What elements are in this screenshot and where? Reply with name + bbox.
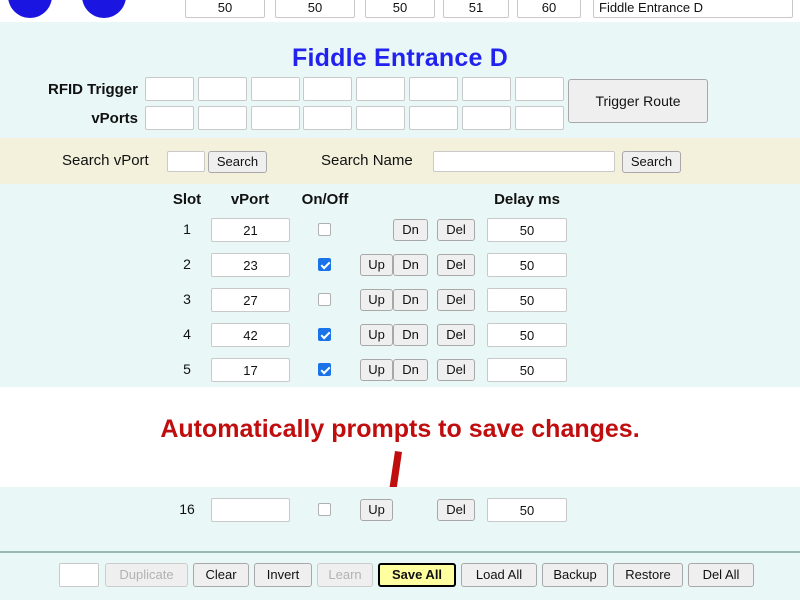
vports-label: vPorts — [91, 110, 138, 127]
search-vport-button[interactable]: Search — [208, 151, 267, 173]
top-field-3[interactable] — [365, 0, 435, 18]
rfid-trigger-input-7[interactable] — [461, 77, 511, 101]
rfid-trigger-input-8[interactable] — [514, 77, 564, 101]
delete-row-button[interactable]: Del — [437, 254, 475, 276]
move-down-button[interactable]: Dn — [393, 324, 428, 346]
move-down-button[interactable]: Dn — [393, 359, 428, 381]
vports-input-1[interactable] — [145, 106, 194, 130]
delay-input[interactable] — [487, 218, 567, 242]
vports-input-3[interactable] — [250, 106, 300, 130]
toolbar-button-invert[interactable]: Invert — [254, 563, 312, 587]
delay-input[interactable] — [487, 358, 567, 382]
search-name-button[interactable]: Search — [622, 151, 681, 173]
onoff-checkbox[interactable] — [318, 503, 331, 516]
toolbar-button-restore[interactable]: Restore — [613, 563, 683, 587]
rfid-trigger-input-4[interactable] — [303, 77, 353, 101]
top-field-2[interactable] — [275, 0, 355, 18]
toolbar-button-save-all[interactable]: Save All — [378, 563, 456, 587]
column-header-vport: vPort — [230, 191, 270, 208]
vports-input-6[interactable] — [409, 106, 458, 130]
slot-number: 5 — [183, 361, 191, 377]
delete-row-button[interactable]: Del — [437, 324, 475, 346]
vports-input-7[interactable] — [461, 106, 511, 130]
vports-input-4[interactable] — [303, 106, 353, 130]
vport-input[interactable] — [211, 498, 290, 522]
top-field-5[interactable] — [517, 0, 581, 18]
move-up-button[interactable]: Up — [360, 359, 393, 381]
vport-input[interactable] — [211, 358, 290, 382]
toolbar-count-input[interactable] — [59, 563, 99, 587]
slot-number: 2 — [183, 256, 191, 272]
route-editor-page: Fiddle Entrance D RFID Trigger vPorts Tr… — [0, 0, 800, 600]
slot-number: 1 — [183, 221, 191, 237]
move-down-button[interactable]: Dn — [393, 219, 428, 241]
rfid-trigger-input-5[interactable] — [356, 77, 406, 101]
top-field-1[interactable] — [185, 0, 265, 18]
toolbar-button-del-all[interactable]: Del All — [688, 563, 754, 587]
onoff-checkbox[interactable] — [318, 258, 331, 271]
search-name-input[interactable] — [433, 151, 615, 172]
move-up-button[interactable]: Up — [360, 324, 393, 346]
top-field-4[interactable] — [443, 0, 509, 18]
delay-input[interactable] — [487, 498, 567, 522]
last-slot-row-band — [0, 487, 800, 551]
vports-input-2[interactable] — [197, 106, 247, 130]
trigger-route-button[interactable]: Trigger Route — [568, 79, 708, 123]
rfid-trigger-input-6[interactable] — [409, 77, 458, 101]
slot-number: 3 — [183, 291, 191, 307]
column-header-delay: Delay ms — [494, 191, 560, 208]
delay-input[interactable] — [487, 323, 567, 347]
page-title: Fiddle Entrance D — [292, 44, 508, 72]
rfid-trigger-input-3[interactable] — [250, 77, 300, 101]
vport-input[interactable] — [211, 218, 290, 242]
column-header-slot: Slot — [172, 191, 202, 208]
move-up-button[interactable]: Up — [360, 289, 393, 311]
slot-number: 16 — [179, 501, 195, 517]
top-mint-strip — [0, 22, 800, 45]
delay-input[interactable] — [487, 288, 567, 312]
onoff-checkbox[interactable] — [318, 363, 331, 376]
search-vport-input[interactable] — [167, 151, 205, 172]
delete-row-button[interactable]: Del — [437, 219, 475, 241]
search-name-label: Search Name — [321, 152, 413, 169]
vports-input-5[interactable] — [356, 106, 406, 130]
onoff-checkbox[interactable] — [318, 293, 331, 306]
delete-row-button[interactable]: Del — [437, 359, 475, 381]
annotation-text: Automatically prompts to save changes. — [160, 415, 640, 443]
top-name-field[interactable] — [593, 0, 793, 18]
move-up-button[interactable]: Up — [360, 499, 393, 521]
move-down-button[interactable]: Dn — [393, 254, 428, 276]
column-header-onoff: On/Off — [301, 191, 349, 208]
toolbar-button-backup[interactable]: Backup — [542, 563, 608, 587]
toolbar-button-duplicate: Duplicate — [105, 563, 188, 587]
move-up-button[interactable]: Up — [360, 254, 393, 276]
rfid-trigger-input-2[interactable] — [197, 77, 247, 101]
onoff-checkbox[interactable] — [318, 328, 331, 341]
vport-input[interactable] — [211, 288, 290, 312]
vports-input-8[interactable] — [514, 106, 564, 130]
delete-row-button[interactable]: Del — [437, 289, 475, 311]
toolbar-button-learn: Learn — [317, 563, 373, 587]
slot-table-band — [0, 184, 800, 387]
delay-input[interactable] — [487, 253, 567, 277]
delete-row-button[interactable]: Del — [437, 499, 475, 521]
search-vport-label: Search vPort — [62, 152, 149, 169]
toolbar-button-clear[interactable]: Clear — [193, 563, 249, 587]
slot-number: 4 — [183, 326, 191, 342]
vport-input[interactable] — [211, 253, 290, 277]
move-down-button[interactable]: Dn — [393, 289, 428, 311]
toolbar-button-load-all[interactable]: Load All — [461, 563, 537, 587]
rfid-trigger-label: RFID Trigger — [47, 81, 138, 98]
vport-input[interactable] — [211, 323, 290, 347]
onoff-checkbox[interactable] — [318, 223, 331, 236]
rfid-trigger-input-1[interactable] — [145, 77, 194, 101]
